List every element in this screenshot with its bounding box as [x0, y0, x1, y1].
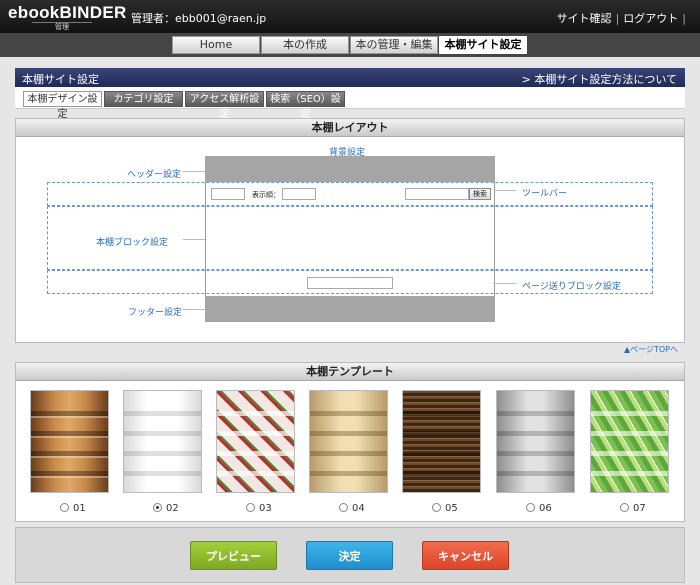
subtab-design[interactable]: 本棚デザイン設定 [23, 91, 102, 120]
search-input[interactable] [405, 188, 469, 200]
nav-tab-create-book[interactable]: 本の作成 [261, 36, 349, 54]
footer-setting-link[interactable]: フッター設定 [128, 305, 182, 318]
radio-icon[interactable] [153, 503, 162, 512]
pager-setting-link[interactable]: ページ送りブロック設定 [522, 279, 621, 292]
section-header: 本棚サイト設定 > 本棚サイト設定方法について [15, 68, 685, 87]
separator: | [615, 12, 620, 25]
help-link[interactable]: > 本棚サイト設定方法について [522, 71, 677, 87]
template-radio-05[interactable]: 05 [432, 503, 458, 514]
admin-label: 管理者：ebb001@raen.jp [131, 12, 267, 25]
site-check-link[interactable]: サイト確認 [557, 12, 612, 25]
template-thumb-05[interactable] [402, 390, 481, 493]
template-thumb-06[interactable] [496, 390, 575, 493]
pager-box [307, 277, 393, 289]
subtab-analytics[interactable]: アクセス解析設定 [185, 91, 264, 120]
header-setting-link[interactable]: ヘッダー設定 [127, 167, 181, 180]
template-thumb-04[interactable] [309, 390, 388, 493]
template-radio-06[interactable]: 06 [526, 503, 552, 514]
template-radio-02[interactable]: 02 [153, 503, 179, 514]
radio-label: 04 [352, 503, 365, 514]
radio-label: 06 [539, 503, 552, 514]
radio-icon[interactable] [620, 503, 629, 512]
template-panel-title: 本棚テンプレート [16, 363, 684, 381]
radio-label: 03 [259, 503, 272, 514]
radio-icon[interactable] [432, 503, 441, 512]
template-thumb-03[interactable] [216, 390, 295, 493]
connector-line [183, 171, 205, 172]
footer-block[interactable] [205, 296, 495, 322]
header-block[interactable] [205, 156, 495, 182]
shelf-block-setting-link[interactable]: 本棚ブロック設定 [96, 235, 168, 248]
template-radio-01[interactable]: 01 [60, 503, 86, 514]
template-thumb-07[interactable] [590, 390, 669, 493]
cancel-button[interactable]: キャンセル [422, 541, 509, 570]
search-button[interactable]: 検索 [469, 188, 491, 200]
logo-subtitle: 管理 [32, 22, 92, 32]
toolbar-link[interactable]: ツールバー [522, 186, 567, 199]
section-title: 本棚サイト設定 [22, 73, 99, 86]
sort-select[interactable] [282, 188, 316, 200]
radio-label: 01 [73, 503, 86, 514]
template-radio-07[interactable]: 07 [620, 503, 646, 514]
connector-line [183, 309, 205, 310]
top-links: サイト確認 | ログアウト | [557, 10, 690, 26]
sort-label: 表示順： [252, 191, 280, 199]
template-thumb-01[interactable] [30, 390, 109, 493]
page-top-link[interactable]: ▲ページTOPへ [624, 344, 678, 355]
radio-icon[interactable] [246, 503, 255, 512]
ok-button[interactable]: 決定 [306, 541, 393, 570]
template-radio-04[interactable]: 04 [339, 503, 365, 514]
template-thumb-02[interactable] [123, 390, 202, 493]
radio-icon[interactable] [60, 503, 69, 512]
radio-icon[interactable] [526, 503, 535, 512]
separator: | [682, 12, 686, 25]
connector-line [494, 190, 516, 191]
subtab-category[interactable]: カテゴリ設定 [104, 91, 183, 107]
layout-panel-title: 本棚レイアウト [16, 119, 684, 137]
radio-label: 02 [166, 503, 179, 514]
preview-button[interactable]: プレビュー [190, 541, 277, 570]
nav-tab-home[interactable]: Home [172, 36, 260, 54]
nav-tab-shelf-settings[interactable]: 本棚サイト設定 [439, 36, 527, 54]
app-logo[interactable]: ebookBINDER [8, 3, 127, 23]
toolbar-input[interactable] [211, 188, 245, 200]
subtab-seo[interactable]: 検索（SEO）設定 [266, 91, 345, 120]
template-radio-03[interactable]: 03 [246, 503, 272, 514]
connector-line [183, 239, 205, 240]
connector-line [494, 283, 516, 284]
radio-label: 05 [445, 503, 458, 514]
radio-label: 07 [633, 503, 646, 514]
radio-icon[interactable] [339, 503, 348, 512]
logout-link[interactable]: ログアウト [623, 12, 678, 25]
nav-tab-manage-books[interactable]: 本の管理・編集 [350, 36, 438, 54]
